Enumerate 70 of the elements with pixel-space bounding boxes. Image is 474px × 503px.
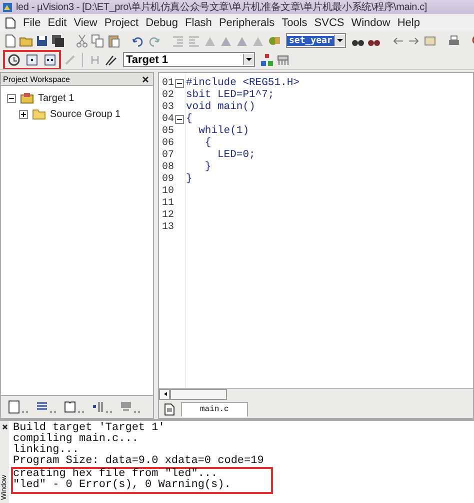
document-icon [163,402,175,416]
build-icon[interactable] [25,52,39,66]
line-number: 11 [160,198,174,208]
code-line: #include <REG51.H> [186,77,300,89]
menu-item[interactable]: Debug [146,16,178,28]
menu-item[interactable]: Edit [48,16,67,28]
components-icon[interactable] [260,52,274,66]
files-tab-icon[interactable] [7,400,29,414]
line-number: 09 [160,174,174,184]
save-all-icon[interactable] [51,34,65,48]
code-line: } [204,161,212,173]
close-icon[interactable] [142,76,149,82]
code-line: { [204,137,212,149]
line-number: 07 [160,150,174,160]
close-icon[interactable] [2,424,8,430]
menu-item[interactable]: Window [351,16,390,28]
menu-item[interactable]: Flash [185,16,212,28]
line-number: 08 [160,162,174,172]
code-line: while(1) [198,125,250,137]
expander-icon[interactable] [7,94,16,102]
print-icon[interactable] [447,34,462,48]
fold-icon[interactable] [174,78,184,88]
line-number: 05 [160,126,174,136]
code-line: } [186,173,192,185]
line-number: 03 [160,102,174,112]
code-editor[interactable]: 01 02 03 04 05 06 07 08 09 10 11 12 13 #include <REG51.H> sbit LED=P1^7; void main() { while(1) { LED=0; } } [159,73,473,388]
line-number: 02 [160,90,174,100]
code-line: void main() [186,101,256,113]
output-line: "led" - 0 Error(s), 0 Warning(s). [13,480,231,491]
line-number: 01 [160,78,174,88]
code-line: sbit LED=P1^7; [186,89,274,101]
output-line: compiling main.c... [13,434,138,445]
scrollbar-thumb[interactable] [170,389,227,400]
menu-item[interactable]: SVCS [314,16,344,28]
line-number: 13 [160,222,174,232]
document-icon [5,16,16,28]
save-icon[interactable] [35,34,49,48]
paste-icon[interactable] [107,34,121,48]
find-combo[interactable]: set_year [286,33,346,48]
code-line: LED=0; [216,149,256,161]
output-line: Program Size: data=9.0 xdata=0 code=19 [13,456,264,467]
menu-item[interactable]: Peripherals [218,16,275,28]
tree-item[interactable]: Source Group 1 [50,108,121,120]
window-title: led - µVision3 - [D:\ET_pro\单片机仿真公众号文章\单片机准备文章\单片机最小系统\程序\main.c] [16,0,427,14]
file-tab[interactable]: main.c [181,402,248,416]
line-number: 06 [160,138,174,148]
target-icon [20,92,34,104]
expander-icon[interactable] [19,110,28,118]
fold-icon[interactable] [174,114,184,124]
menu-item[interactable]: Help [397,16,420,28]
line-number: 04 [160,114,174,124]
menu-item[interactable]: Tools [282,16,308,28]
copy-icon[interactable] [91,34,105,48]
output-line: creating hex file from "led"... [13,469,218,480]
output-line: Build target 'Target 1' [13,423,165,434]
folder-icon [32,108,46,120]
tree-item[interactable]: Target 1 [38,92,74,104]
cut-icon[interactable] [75,34,89,48]
menu-item[interactable]: Project [104,16,139,28]
menu-item[interactable]: File [23,16,41,28]
line-number: 12 [160,210,174,220]
output-line: linking... [13,445,80,456]
panel-title: Project Workspace [3,74,70,84]
app-icon [2,2,13,12]
rebuild-icon[interactable] [43,52,57,66]
menu-item[interactable]: View [74,16,98,28]
target-combo[interactable]: Target 1 [123,52,255,67]
line-number: 10 [160,186,174,196]
code-line: { [186,113,192,125]
new-file-icon[interactable] [3,34,17,48]
